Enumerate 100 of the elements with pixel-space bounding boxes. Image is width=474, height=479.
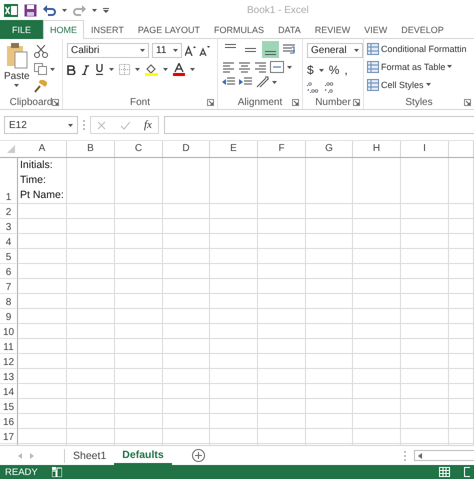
empty-cell[interactable] bbox=[210, 399, 258, 414]
row-header[interactable]: 7 bbox=[0, 279, 18, 294]
paste-button[interactable]: Paste bbox=[4, 43, 30, 95]
empty-cell[interactable] bbox=[258, 249, 306, 264]
column-header[interactable]: I bbox=[401, 141, 449, 157]
row-header[interactable]: 12 bbox=[0, 354, 18, 369]
empty-cell[interactable] bbox=[353, 414, 401, 429]
new-sheet-icon[interactable] bbox=[192, 449, 205, 462]
empty-cell[interactable] bbox=[115, 279, 163, 294]
enter-icon[interactable] bbox=[120, 120, 130, 130]
empty-cell[interactable] bbox=[449, 399, 474, 414]
column-header[interactable]: H bbox=[353, 141, 401, 157]
caret-icon[interactable] bbox=[135, 68, 140, 71]
empty-cell[interactable] bbox=[401, 294, 449, 309]
empty-cell[interactable] bbox=[163, 264, 210, 279]
ribbon-tab[interactable]: REVIEW bbox=[308, 20, 358, 39]
decrease-decimal-icon[interactable] bbox=[324, 82, 336, 94]
empty-cell[interactable] bbox=[163, 309, 210, 324]
empty-cell[interactable] bbox=[115, 429, 163, 444]
empty-cell[interactable] bbox=[115, 339, 163, 354]
empty-cell[interactable] bbox=[115, 234, 163, 249]
empty-cell[interactable] bbox=[258, 324, 306, 339]
scissors-icon[interactable] bbox=[34, 45, 48, 58]
empty-cell[interactable] bbox=[163, 354, 210, 369]
ribbon-tab[interactable]: PAGE LAYOUT bbox=[130, 20, 208, 39]
column-header[interactable]: F bbox=[258, 141, 306, 157]
dialog-launcher-icon[interactable] bbox=[207, 99, 214, 106]
comma-button[interactable]: , bbox=[344, 63, 348, 77]
empty-cell[interactable] bbox=[115, 384, 163, 399]
empty-cell[interactable] bbox=[401, 219, 449, 234]
empty-cell[interactable] bbox=[306, 264, 353, 279]
empty-cell[interactable] bbox=[115, 158, 163, 204]
empty-cell[interactable] bbox=[210, 384, 258, 399]
empty-cell[interactable] bbox=[115, 414, 163, 429]
row-header[interactable]: 15 bbox=[0, 399, 18, 414]
redo-icon[interactable] bbox=[73, 4, 86, 16]
fill-color-icon[interactable] bbox=[145, 63, 158, 76]
caret-icon[interactable] bbox=[163, 68, 168, 71]
empty-cell[interactable] bbox=[401, 399, 449, 414]
empty-cell[interactable] bbox=[258, 384, 306, 399]
empty-cell[interactable] bbox=[401, 354, 449, 369]
empty-cell[interactable] bbox=[210, 324, 258, 339]
empty-cell[interactable] bbox=[401, 279, 449, 294]
scroll-right-icon[interactable] bbox=[30, 452, 34, 458]
empty-cell[interactable] bbox=[163, 234, 210, 249]
empty-cell[interactable] bbox=[210, 354, 258, 369]
empty-cell[interactable] bbox=[67, 204, 115, 219]
empty-cell[interactable] bbox=[258, 429, 306, 444]
insert-function-button[interactable]: fx bbox=[144, 119, 152, 131]
caret-icon[interactable] bbox=[318, 68, 324, 72]
empty-cell[interactable] bbox=[115, 369, 163, 384]
empty-cell[interactable] bbox=[163, 369, 210, 384]
increase-decimal-icon[interactable] bbox=[307, 82, 319, 94]
empty-cell[interactable] bbox=[401, 264, 449, 279]
copy-icon[interactable] bbox=[34, 63, 47, 75]
row-header[interactable]: 14 bbox=[0, 384, 18, 399]
empty-cell[interactable] bbox=[449, 264, 474, 279]
sheet-tab[interactable]: Sheet1 bbox=[65, 446, 114, 465]
name-box[interactable]: E12 bbox=[4, 116, 78, 134]
empty-cell[interactable] bbox=[18, 249, 67, 264]
row-header[interactable]: 13 bbox=[0, 369, 18, 384]
empty-cell[interactable] bbox=[163, 414, 210, 429]
empty-cell[interactable] bbox=[18, 234, 67, 249]
caret-icon[interactable] bbox=[50, 68, 55, 70]
underline-icon[interactable] bbox=[95, 64, 104, 75]
empty-cell[interactable] bbox=[18, 279, 67, 294]
empty-cell[interactable] bbox=[67, 158, 115, 204]
empty-cell[interactable] bbox=[210, 429, 258, 444]
caret-icon[interactable] bbox=[190, 68, 195, 71]
empty-cell[interactable] bbox=[258, 234, 306, 249]
empty-cell[interactable] bbox=[401, 369, 449, 384]
dialog-launcher-icon[interactable] bbox=[353, 99, 360, 106]
empty-cell[interactable] bbox=[210, 369, 258, 384]
empty-cell[interactable] bbox=[258, 294, 306, 309]
empty-cell[interactable] bbox=[67, 384, 115, 399]
ribbon-tab[interactable]: DATA bbox=[271, 20, 308, 39]
decrease-indent-icon[interactable] bbox=[222, 76, 236, 88]
row-header[interactable]: 8 bbox=[0, 294, 18, 309]
empty-cell[interactable] bbox=[18, 324, 67, 339]
empty-cell[interactable] bbox=[401, 309, 449, 324]
dialog-launcher-icon[interactable] bbox=[292, 99, 299, 106]
empty-cell[interactable] bbox=[258, 204, 306, 219]
empty-cell[interactable] bbox=[210, 264, 258, 279]
shrink-font-icon[interactable] bbox=[199, 45, 210, 56]
row-header[interactable]: 6 bbox=[0, 264, 18, 279]
wrap-text-icon[interactable] bbox=[282, 42, 296, 56]
empty-cell[interactable] bbox=[449, 279, 474, 294]
empty-cell[interactable] bbox=[353, 204, 401, 219]
currency-button[interactable]: $ bbox=[307, 63, 314, 77]
empty-cell[interactable] bbox=[401, 324, 449, 339]
empty-cell[interactable] bbox=[306, 204, 353, 219]
styles-menu-button[interactable]: Conditional Formattin bbox=[367, 41, 474, 56]
empty-cell[interactable] bbox=[449, 309, 474, 324]
empty-cell[interactable] bbox=[353, 158, 401, 204]
excel-logo-icon[interactable] bbox=[4, 4, 18, 16]
empty-cell[interactable] bbox=[210, 249, 258, 264]
save-icon[interactable] bbox=[24, 4, 37, 16]
caret-icon[interactable] bbox=[272, 80, 277, 84]
empty-cell[interactable] bbox=[163, 158, 210, 204]
empty-cell[interactable] bbox=[67, 369, 115, 384]
